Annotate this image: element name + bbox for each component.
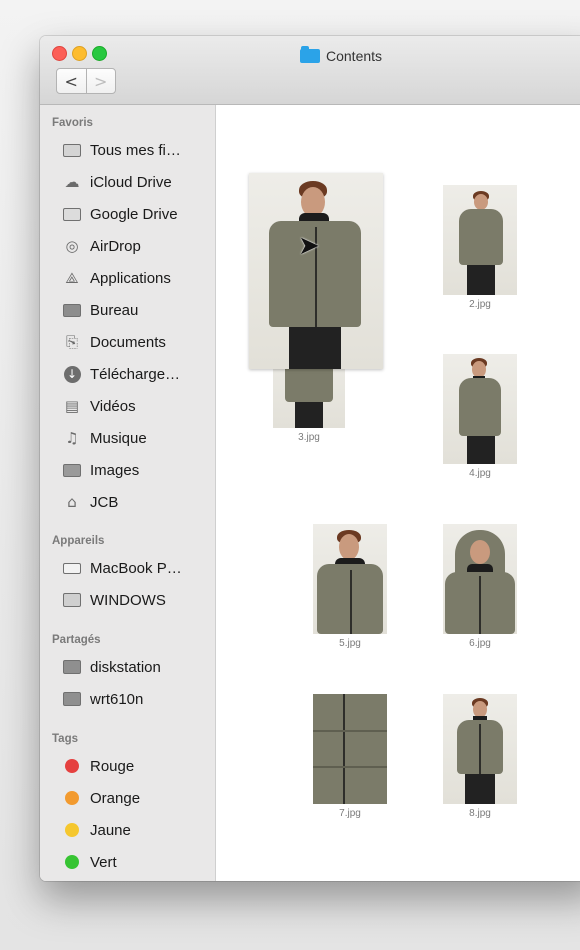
file-name-2: 2.jpg bbox=[469, 299, 491, 310]
file-thumbnail-6[interactable] bbox=[443, 524, 517, 634]
monitor-icon bbox=[62, 658, 82, 676]
sidebar-item-diskstation[interactable]: diskstation bbox=[62, 655, 212, 679]
sidebar-item-label: JCB bbox=[90, 493, 119, 511]
sidebar-item-label: Musique bbox=[90, 429, 147, 447]
minimize-button[interactable] bbox=[72, 46, 87, 61]
window-title-text: Contents bbox=[326, 48, 383, 64]
sidebar-item-label: Bureau bbox=[90, 301, 139, 319]
sidebar-item-label: Rouge bbox=[90, 757, 135, 775]
title-bar: < > Contents bbox=[40, 36, 580, 105]
sidebar-item-documents[interactable]: ⎘ Documents bbox=[62, 330, 212, 354]
sidebar-item-label: Tous mes fi… bbox=[90, 141, 181, 159]
section-title-favoris: Favoris bbox=[52, 117, 93, 129]
sidebar-item-musique[interactable]: ♫ Musique bbox=[62, 426, 212, 450]
folder-icon bbox=[300, 46, 320, 63]
orange-tag-dot-icon bbox=[65, 791, 79, 805]
applications-icon: ⟁ bbox=[65, 269, 79, 287]
sidebar-item-macbook[interactable]: MacBook P… bbox=[62, 556, 212, 580]
sidebar-item-label: AirDrop bbox=[90, 237, 141, 255]
sidebar-item-label: Télécharge… bbox=[90, 365, 181, 383]
file-thumbnail-8[interactable] bbox=[443, 694, 517, 804]
monitor-icon bbox=[62, 690, 82, 708]
airdrop-icon: ◎ bbox=[65, 237, 79, 255]
file-thumbnail-7[interactable] bbox=[313, 694, 387, 804]
sidebar-item-videos[interactable]: ▤ Vidéos bbox=[62, 394, 212, 418]
tag-dot-icon bbox=[62, 789, 82, 807]
sidebar-item-label: MacBook P… bbox=[90, 559, 182, 577]
forward-button[interactable]: > bbox=[85, 69, 116, 93]
sidebar-item-tag-vert[interactable]: Vert bbox=[62, 850, 212, 874]
sidebar: Favoris Tous mes fi… ☁ iCloud Drive Goog… bbox=[40, 105, 216, 881]
laptop-icon bbox=[62, 559, 82, 577]
sidebar-item-telechargements[interactable]: ↓ Télécharge… bbox=[62, 362, 212, 386]
red-tag-dot-icon bbox=[65, 759, 79, 773]
sidebar-item-label: Orange bbox=[90, 789, 141, 807]
sidebar-item-label: Vidéos bbox=[90, 397, 136, 415]
file-thumbnail-5[interactable] bbox=[313, 524, 387, 634]
file-thumbnail-1-dragging[interactable] bbox=[249, 173, 383, 369]
section-title-appareils: Appareils bbox=[52, 535, 105, 547]
tag-dot-icon bbox=[62, 853, 82, 871]
sidebar-item-applications[interactable]: ⟁ Applications bbox=[62, 266, 212, 290]
window-title: Contents bbox=[300, 46, 382, 66]
documents-icon: ⎘ bbox=[65, 333, 78, 351]
sidebar-item-icloud-drive[interactable]: ☁ iCloud Drive bbox=[62, 170, 212, 194]
downloads-icon: ↓ bbox=[62, 365, 82, 383]
sidebar-item-windows[interactable]: WINDOWS bbox=[62, 588, 212, 612]
film-icon: ▤ bbox=[64, 397, 80, 415]
disk-icon bbox=[62, 591, 82, 609]
sidebar-item-label: Vert bbox=[90, 853, 117, 871]
finder-window: < > Contents Favoris Tous mes fi… ☁ iClo… bbox=[40, 36, 580, 881]
desktop-icon bbox=[62, 301, 82, 319]
sidebar-item-tag-orange[interactable]: Orange bbox=[62, 786, 212, 810]
navigation-buttons: < > bbox=[56, 68, 116, 94]
sidebar-item-bureau[interactable]: Bureau bbox=[62, 298, 212, 322]
file-name-3: 3.jpg bbox=[298, 432, 320, 443]
sidebar-item-all-files[interactable]: Tous mes fi… bbox=[62, 138, 212, 162]
sidebar-item-google-drive[interactable]: Google Drive bbox=[62, 202, 212, 226]
sidebar-item-label: Applications bbox=[90, 269, 171, 287]
folder-icon bbox=[62, 205, 82, 223]
sidebar-item-label: iCloud Drive bbox=[90, 173, 172, 191]
tag-dot-icon bbox=[62, 757, 82, 775]
sidebar-item-label: diskstation bbox=[90, 658, 161, 676]
all-files-icon bbox=[62, 141, 82, 159]
sidebar-item-label: Images bbox=[90, 461, 140, 479]
section-title-tags: Tags bbox=[52, 733, 78, 745]
file-thumbnail-4[interactable] bbox=[443, 354, 517, 464]
sidebar-item-jcb[interactable]: ⌂ JCB bbox=[62, 490, 212, 514]
close-button[interactable] bbox=[52, 46, 67, 61]
sidebar-item-label: Jaune bbox=[90, 821, 131, 839]
yellow-tag-dot-icon bbox=[65, 823, 79, 837]
green-tag-dot-icon bbox=[65, 855, 79, 869]
sidebar-item-label: Documents bbox=[90, 333, 166, 351]
back-button[interactable]: < bbox=[57, 69, 86, 93]
file-name-8: 8.jpg bbox=[469, 808, 491, 819]
sidebar-item-label: wrt610n bbox=[90, 690, 144, 708]
zoom-button[interactable] bbox=[92, 46, 107, 61]
tag-dot-icon bbox=[62, 821, 82, 839]
sidebar-item-images[interactable]: Images bbox=[62, 458, 212, 482]
file-name-4: 4.jpg bbox=[469, 468, 491, 479]
sidebar-item-wrt610n[interactable]: wrt610n bbox=[62, 687, 212, 711]
section-title-partages: Partagés bbox=[52, 634, 101, 646]
sidebar-item-tag-rouge[interactable]: Rouge bbox=[62, 754, 212, 778]
file-grid: 3.jpg ➤ 2.jpg 4.jpg 5.jpg 6.jpg 7.jpg 8.… bbox=[216, 105, 580, 881]
camera-icon bbox=[62, 461, 82, 479]
mouse-pointer-icon: ➤ bbox=[298, 231, 320, 261]
sidebar-item-label: WINDOWS bbox=[90, 591, 166, 609]
sidebar-item-tag-jaune[interactable]: Jaune bbox=[62, 818, 212, 842]
sidebar-item-airdrop[interactable]: ◎ AirDrop bbox=[62, 234, 212, 258]
sidebar-item-label: Google Drive bbox=[90, 205, 178, 223]
file-name-5: 5.jpg bbox=[339, 638, 361, 649]
music-icon: ♫ bbox=[65, 429, 79, 447]
home-icon: ⌂ bbox=[67, 493, 77, 511]
file-thumbnail-2[interactable] bbox=[443, 185, 517, 295]
file-name-6: 6.jpg bbox=[469, 638, 491, 649]
file-name-7: 7.jpg bbox=[339, 808, 361, 819]
cloud-icon: ☁ bbox=[64, 173, 80, 191]
